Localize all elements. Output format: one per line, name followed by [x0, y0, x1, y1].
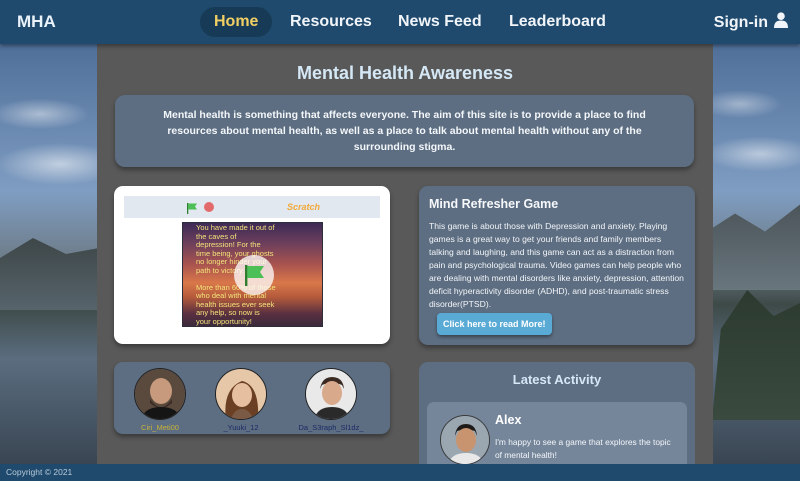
game-controls-bar: Scratch — [124, 196, 380, 218]
nav-resources[interactable]: Resources — [276, 7, 386, 37]
green-flag-icon[interactable] — [186, 201, 198, 219]
post-author: Alex — [495, 413, 522, 427]
nav-news-feed[interactable]: News Feed — [384, 7, 496, 37]
intro-box: Mental health is something that affects … — [115, 95, 694, 167]
read-more-button[interactable]: Click here to read More! — [437, 313, 552, 335]
member-name: Ciri_Meti00 — [141, 423, 179, 432]
nav-leaderboard[interactable]: Leaderboard — [495, 7, 620, 37]
brand-logo[interactable]: MHA — [17, 12, 56, 32]
mind-refresher-text: This game is about those with Depression… — [429, 221, 684, 309]
latest-activity-title: Latest Activity — [512, 372, 602, 387]
copyright-text: Copyright © 2021 — [6, 467, 73, 477]
signin-link[interactable]: Sign-in — [714, 12, 788, 33]
nav-home[interactable]: Home — [200, 7, 273, 37]
start-game-flag-icon[interactable] — [234, 255, 274, 295]
activity-post[interactable]: Alex I'm happy to see a game that explor… — [427, 402, 687, 472]
avatar — [134, 368, 186, 420]
avatar — [215, 368, 267, 420]
member-item[interactable]: _Yuuki_12 — [206, 368, 276, 432]
member-name: _Yuuki_12 — [223, 423, 259, 432]
member-item[interactable]: Ciri_Meti00 — [125, 368, 195, 432]
main-content: Mental Health Awareness Mental health is… — [97, 44, 713, 472]
avatar — [305, 368, 357, 420]
mind-refresher-card: Mind Refresher Game This game is about t… — [419, 186, 695, 345]
page-title: Mental Health Awareness — [296, 63, 514, 83]
member-name: Da_S3raph_Sl1dz_ — [298, 423, 364, 432]
members-card: Ciri_Meti00 _Yuuki_12 Da_S3raph_Sl1dz_ — [114, 362, 390, 434]
user-icon — [774, 12, 788, 33]
intro-text: Mental health is something that affects … — [163, 109, 646, 153]
top-navbar: MHA Home Resources News Feed Leaderboard… — [0, 0, 800, 44]
stop-icon[interactable] — [204, 202, 214, 212]
game-stage[interactable]: You have made it out of the caves of dep… — [182, 222, 323, 327]
member-item[interactable]: Da_S3raph_Sl1dz_ — [296, 368, 366, 432]
mind-refresher-title: Mind Refresher Game — [429, 197, 559, 211]
post-text: I'm happy to see a game that explores th… — [495, 437, 671, 460]
scratch-logo: Scratch — [287, 202, 321, 212]
latest-activity-card: Latest Activity Alex I'm happy to see a … — [419, 362, 695, 472]
game-embed-card: Scratch You have made it out of the cave… — [114, 186, 390, 344]
signin-label: Sign-in — [713, 13, 768, 31]
avatar — [440, 415, 490, 465]
footer: Copyright © 2021 — [0, 464, 800, 481]
